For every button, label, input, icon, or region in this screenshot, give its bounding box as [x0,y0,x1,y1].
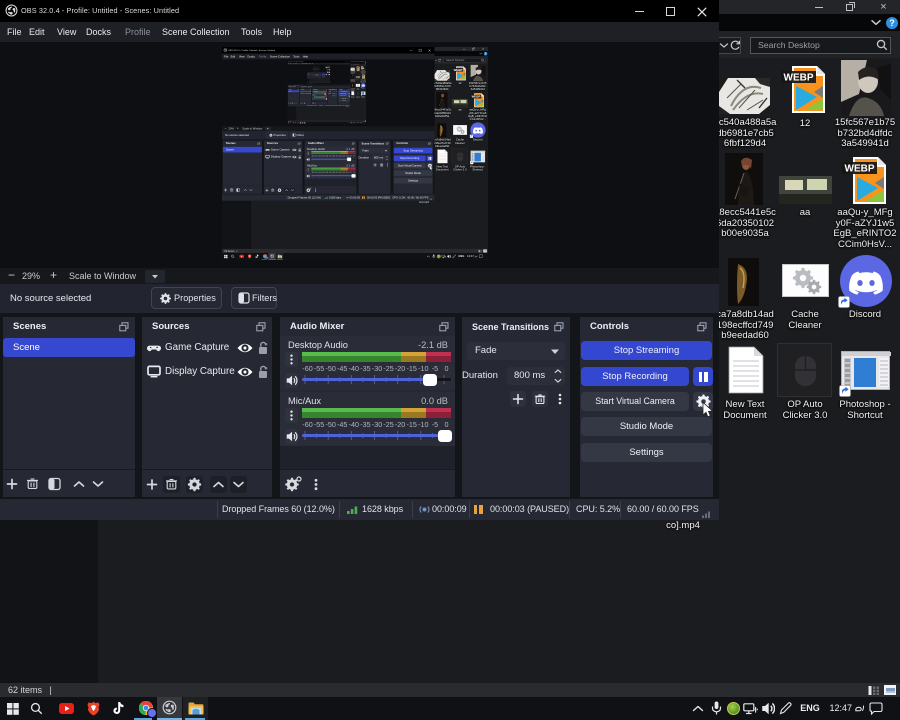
svg-text:-55: -55 [314,364,324,373]
svg-text:-30: -30 [372,364,382,373]
svg-text:-15: -15 [407,364,417,373]
svg-text:WEBP: WEBP [361,75,364,77]
svg-text:WEBP: WEBP [454,68,463,72]
svg-text:-15: -15 [407,420,417,429]
svg-text:-40: -40 [349,364,359,373]
svg-text:WEBP: WEBP [845,164,875,175]
svg-text:-45: -45 [337,364,347,373]
svg-text:WEBP: WEBP [472,95,481,99]
svg-text:-35: -35 [360,420,370,429]
svg-text:0: 0 [445,364,449,373]
svg-text:-5: -5 [432,364,438,373]
svg-text:WEBP: WEBP [784,73,814,84]
svg-text:-10: -10 [418,420,428,429]
svg-text:-60: -60 [302,364,312,373]
svg-text:-60: -60 [302,420,312,429]
svg-text:-5: -5 [432,420,438,429]
svg-text:-20: -20 [395,364,405,373]
svg-text:-25: -25 [383,420,393,429]
svg-text:WEBP: WEBP [356,67,359,69]
svg-text:-20: -20 [395,420,405,429]
svg-text:-35: -35 [360,364,370,373]
svg-text:-45: -45 [337,420,347,429]
svg-text:-50: -50 [326,364,336,373]
svg-text:-10: -10 [418,364,428,373]
svg-text:-50: -50 [326,420,336,429]
svg-text:-30: -30 [372,420,382,429]
svg-text:-55: -55 [314,420,324,429]
svg-text:-25: -25 [383,364,393,373]
svg-text:-40: -40 [349,420,359,429]
svg-text:0: 0 [445,420,449,429]
